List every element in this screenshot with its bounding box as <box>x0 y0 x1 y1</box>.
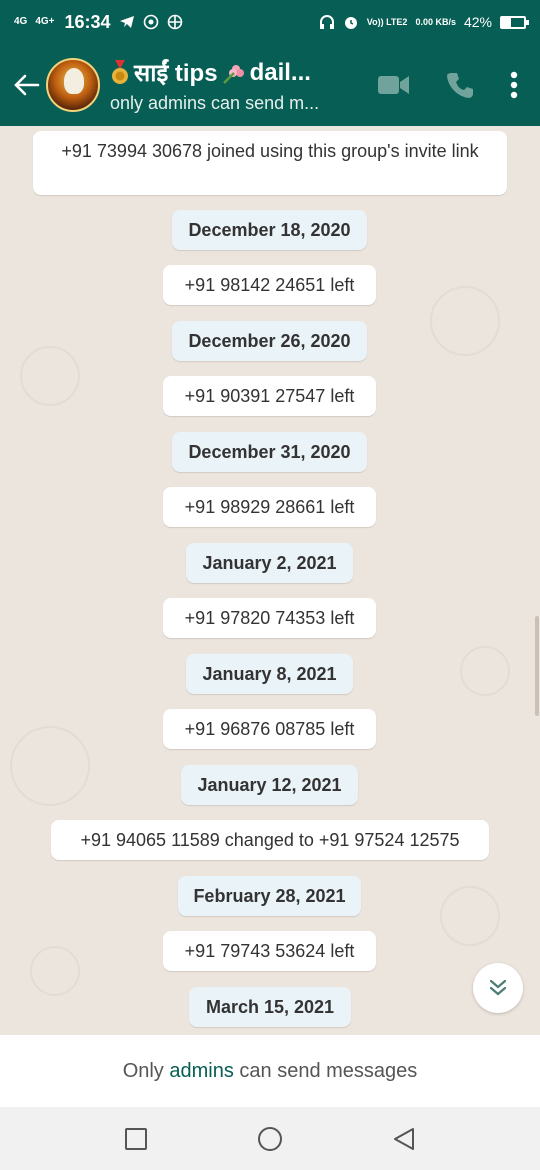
date-divider: December 18, 2020 <box>172 210 367 250</box>
system-message: +91 90391 27547 left <box>163 376 376 416</box>
group-subtitle: only admins can send m... <box>110 93 320 113</box>
battery-percent: 42% <box>463 14 492 30</box>
back-button[interactable] <box>6 65 46 105</box>
system-message: +91 94065 11589 changed to +91 97524 125… <box>51 820 489 860</box>
system-message: +91 96876 08785 left <box>163 709 376 749</box>
wallpaper-doodle <box>460 646 510 696</box>
chat-info[interactable]: साईं tips dail... only admins can send m… <box>110 56 360 114</box>
whatsapp-icon <box>143 14 158 30</box>
wallpaper-doodle <box>430 286 500 356</box>
battery-level <box>502 17 512 27</box>
date-divider: January 8, 2021 <box>186 654 353 694</box>
scroll-to-bottom-button[interactable] <box>473 963 523 1013</box>
date-divider: February 28, 2021 <box>178 876 361 916</box>
voice-call-icon[interactable] <box>446 71 474 99</box>
wallpaper-doodle <box>30 946 80 996</box>
double-chevron-down-icon <box>489 979 507 996</box>
system-message: +91 79743 53624 left <box>163 931 376 971</box>
date-divider: December 26, 2020 <box>172 321 367 361</box>
group-avatar[interactable] <box>46 58 100 112</box>
flower-icon <box>222 64 244 84</box>
date-divider: March 15, 2021 <box>189 987 351 1027</box>
group-title: साईं tips dail... <box>110 56 360 89</box>
network-indicator-1: 4G <box>14 16 28 27</box>
wallpaper-doodle <box>20 346 80 406</box>
chat-area[interactable]: +91 73994 30678 joined using this group'… <box>0 126 540 1035</box>
admins-only-notice: Only admins can send messages <box>0 1035 540 1107</box>
system-message: +91 97820 74353 left <box>163 598 376 638</box>
telegram-icon <box>119 16 134 28</box>
back-nav-button[interactable] <box>391 1126 417 1152</box>
date-divider: January 2, 2021 <box>186 543 353 583</box>
chat-header: साईं tips dail... only admins can send m… <box>0 44 540 126</box>
medal-icon <box>112 59 128 84</box>
arrow-left-icon <box>14 74 40 96</box>
home-button[interactable] <box>256 1125 284 1153</box>
date-divider: January 12, 2021 <box>181 765 358 805</box>
admins-link[interactable]: admins <box>169 1060 233 1083</box>
system-nav-bar <box>0 1107 540 1170</box>
system-message: +91 98929 28661 left <box>163 487 376 527</box>
notice-suffix: can send messages <box>239 1059 418 1082</box>
clock: 16:34 <box>64 11 111 32</box>
alarm-icon <box>344 17 357 29</box>
target-icon <box>167 14 182 30</box>
group-title-suffix: dail... <box>249 58 311 86</box>
status-bar: 4G 4G+ 16:34 Vo)) LTE2 0.00 KB/s 42% <box>0 0 540 44</box>
system-message: +91 73994 30678 joined using this group'… <box>33 131 507 195</box>
network-indicator-2: 4G+ <box>35 16 55 27</box>
headphones-icon <box>319 15 334 29</box>
notice-prefix: Only <box>122 1059 164 1082</box>
data-speed: 0.00 KB/s <box>415 16 456 27</box>
video-call-icon[interactable] <box>378 74 410 96</box>
scrollbar[interactable] <box>535 616 539 716</box>
date-divider: December 31, 2020 <box>172 432 367 472</box>
wallpaper-doodle <box>10 726 90 806</box>
wallpaper-doodle <box>440 886 500 946</box>
recents-button[interactable] <box>123 1126 149 1152</box>
volte-indicator: Vo)) LTE2 <box>366 16 408 27</box>
system-message: +91 98142 24651 left <box>163 265 376 305</box>
more-options-icon[interactable] <box>510 71 518 99</box>
battery-icon <box>500 15 529 29</box>
group-title-text: साईं tips <box>134 60 218 87</box>
